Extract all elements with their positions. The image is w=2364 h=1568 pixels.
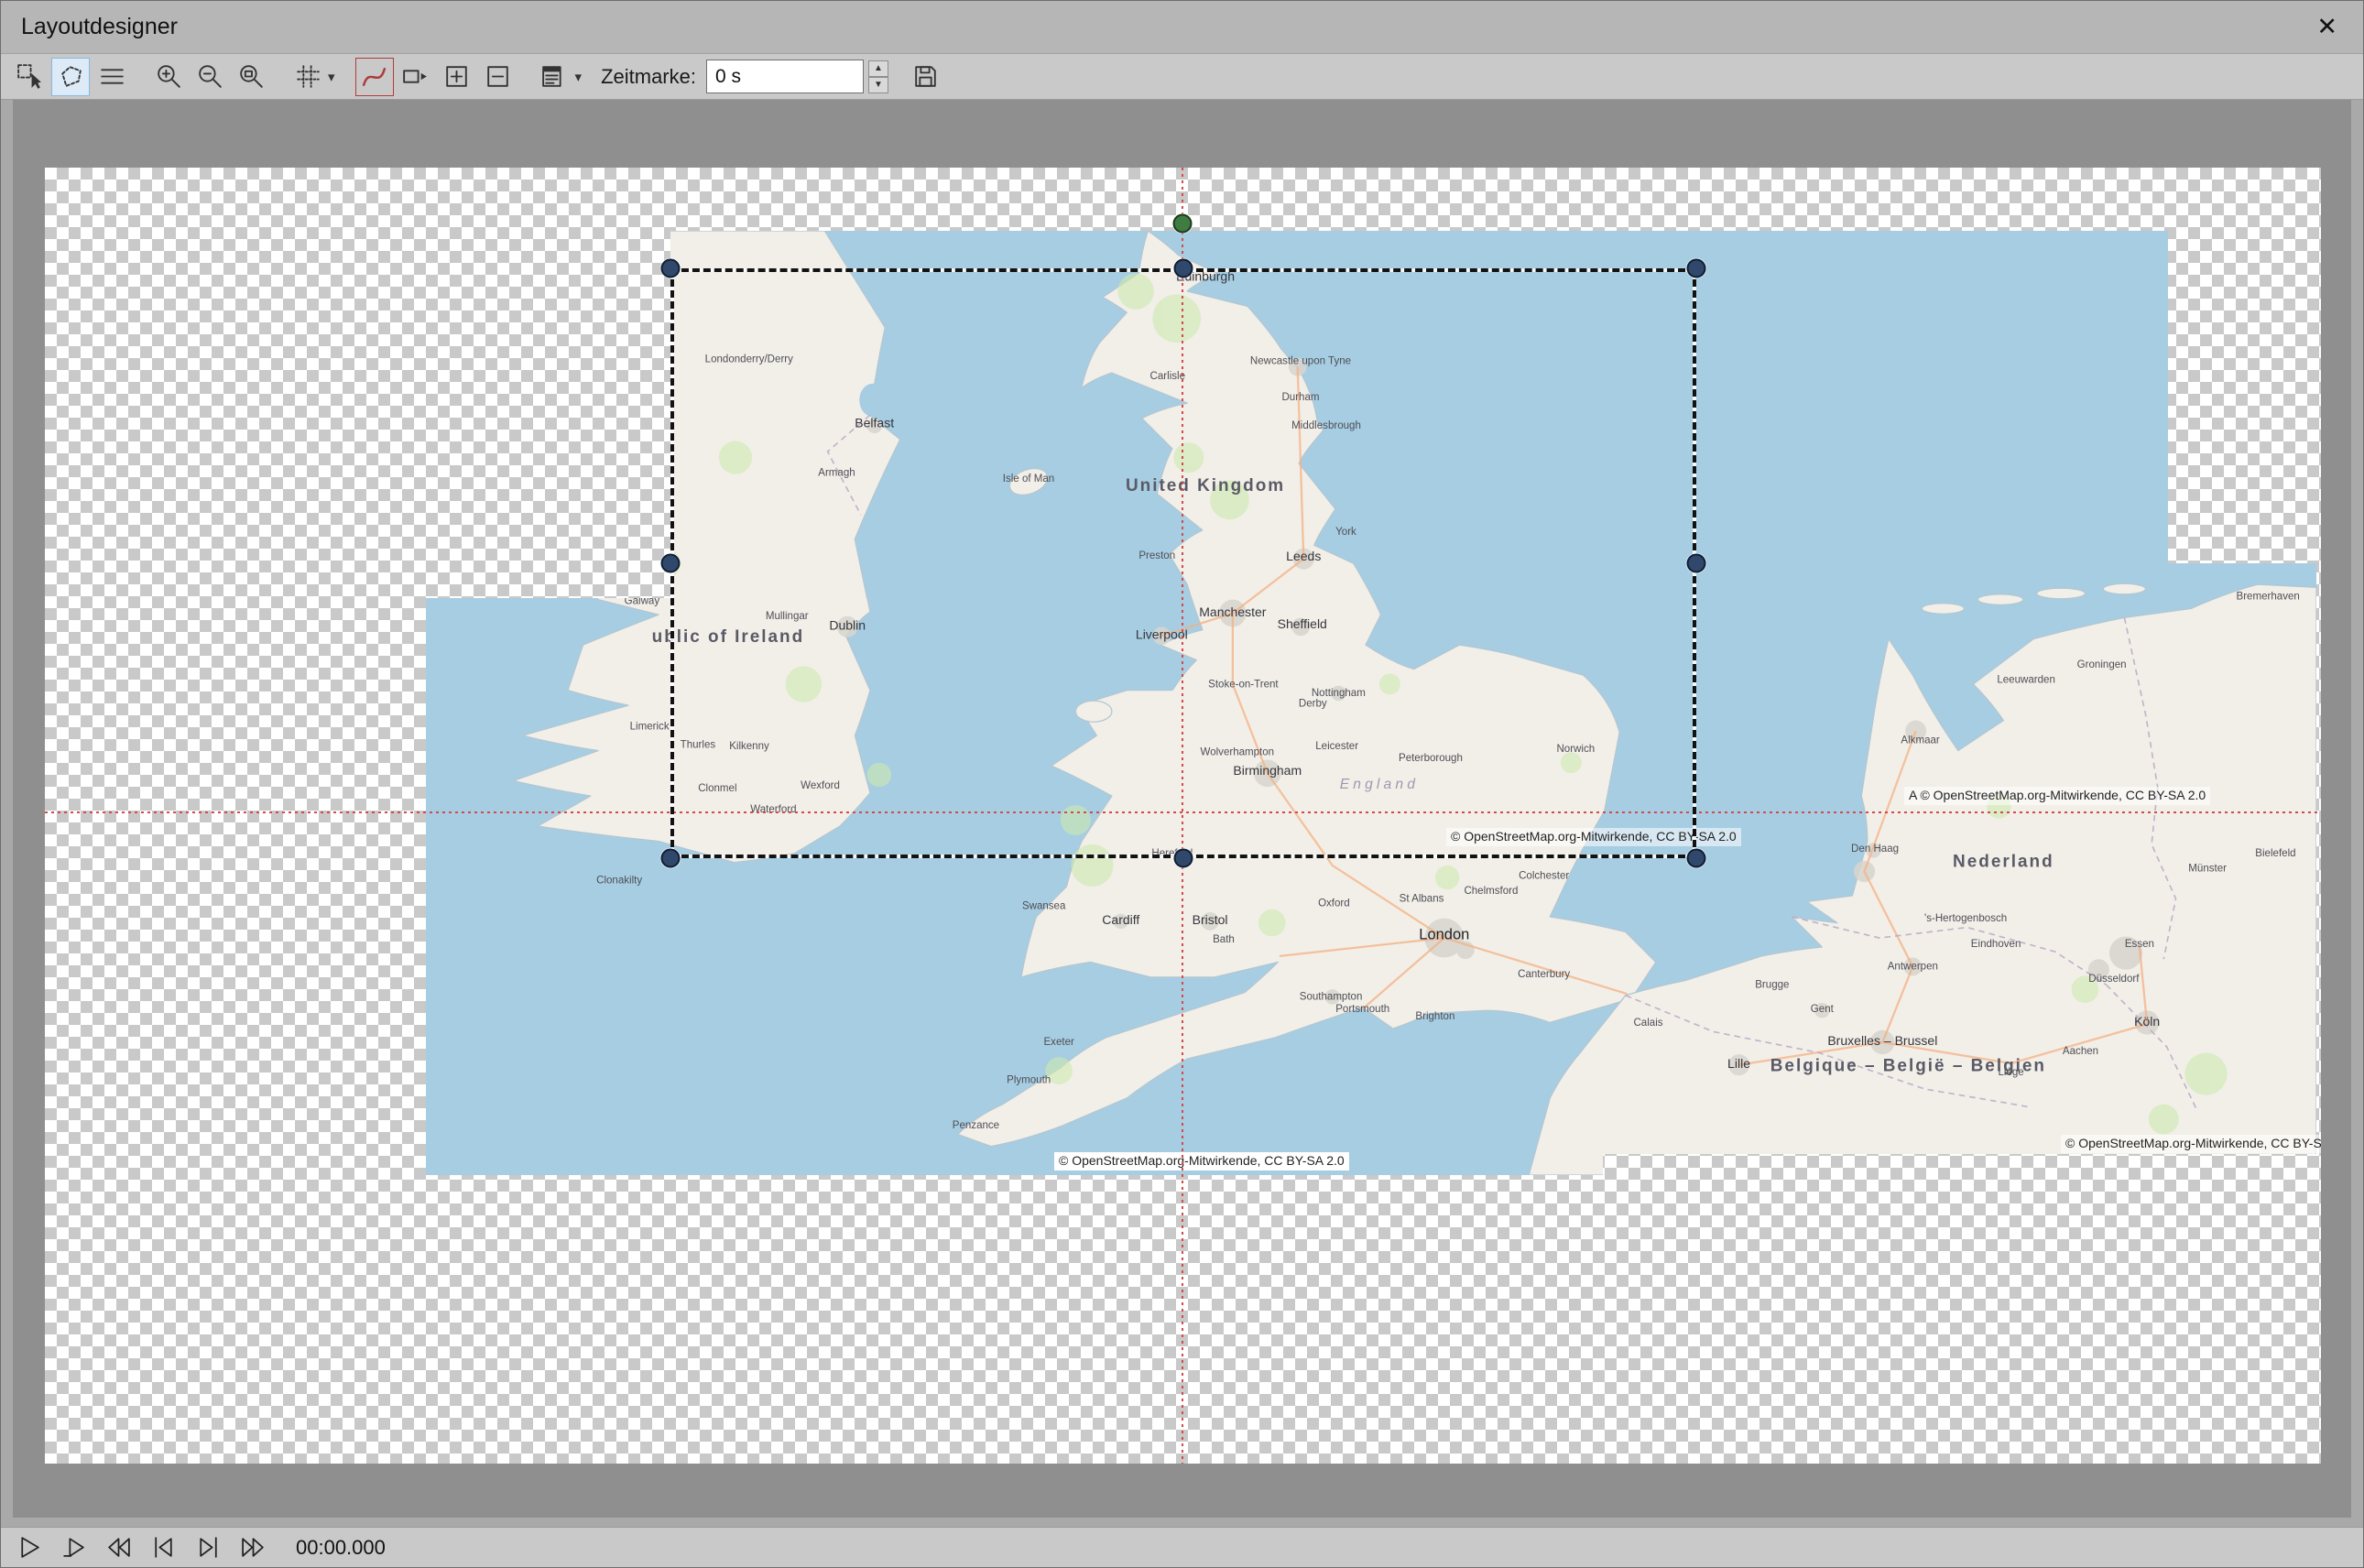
zeitmarke-spinner: ▲ ▼ — [868, 60, 888, 93]
lasso-select-button[interactable] — [51, 58, 90, 96]
osm-attribution: A © OpenStreetMap.org-Mitwirkende, CC BY… — [1904, 787, 2210, 805]
zeitmarke-label: Zeitmarke: — [601, 65, 696, 89]
map-layer-benelux[interactable] — [1603, 563, 2316, 1154]
time-display: 00:00.000 — [296, 1536, 386, 1560]
osm-attribution: © OpenStreetMap.org-Mitwirkende, CC BY-S… — [2061, 1135, 2321, 1153]
layout-canvas[interactable]: © OpenStreetMap.org-Mitwirkende, CC BY-S… — [45, 168, 2321, 1464]
selection-handle[interactable] — [661, 849, 681, 868]
add-button[interactable] — [438, 58, 476, 96]
layoutdesigner-window: Layoutdesigner ✕ ▾ — [0, 0, 2364, 1568]
remove-button[interactable] — [479, 58, 517, 96]
camera-path-button[interactable] — [397, 58, 435, 96]
window-title: Layoutdesigner — [21, 14, 178, 40]
rewind-button[interactable] — [102, 1531, 135, 1564]
selection-handle[interactable] — [661, 554, 681, 573]
play-from-cursor-button[interactable] — [57, 1531, 90, 1564]
go-to-end-button[interactable] — [191, 1531, 224, 1564]
transport-bar: 00:00.000 — [1, 1527, 2363, 1567]
curve-path-button[interactable] — [355, 58, 394, 96]
selection-rect[interactable] — [670, 268, 1696, 858]
zeitmarke-input[interactable]: 0 s — [706, 60, 864, 93]
spinner-down-button[interactable]: ▼ — [868, 77, 888, 93]
rotate-handle[interactable] — [1173, 214, 1193, 234]
grid-dropdown-chevron-icon[interactable]: ▾ — [328, 69, 335, 85]
save-button[interactable] — [907, 58, 945, 96]
zoom-fit-button[interactable] — [232, 58, 270, 96]
selection-handle[interactable] — [661, 259, 681, 278]
grid-button[interactable] — [289, 58, 327, 96]
osm-attribution: © OpenStreetMap.org-Mitwirkende, CC BY-S… — [1054, 1152, 1349, 1171]
zoom-out-button[interactable] — [191, 58, 229, 96]
zoom-in-button[interactable] — [149, 58, 188, 96]
properties-dropdown-chevron-icon[interactable]: ▾ — [575, 69, 583, 85]
spinner-up-button[interactable]: ▲ — [868, 60, 888, 77]
selection-handle[interactable] — [1687, 554, 1706, 573]
properties-button[interactable] — [536, 58, 574, 96]
toolbar: ▾ ▾ Zeitmarke: 0 s ▲ ▼ — [1, 54, 2363, 100]
fast-forward-button[interactable] — [236, 1531, 269, 1564]
go-to-start-button[interactable] — [147, 1531, 180, 1564]
select-tool-button[interactable] — [10, 58, 49, 96]
close-button[interactable]: ✕ — [2311, 13, 2343, 41]
layers-button[interactable] — [93, 58, 131, 96]
selection-handle[interactable] — [1687, 259, 1706, 278]
selection-handle[interactable] — [1174, 849, 1193, 868]
selection-handle[interactable] — [1687, 849, 1706, 868]
play-button[interactable] — [12, 1531, 45, 1564]
titlebar: Layoutdesigner ✕ — [1, 1, 2363, 54]
selection-handle[interactable] — [1174, 259, 1193, 278]
